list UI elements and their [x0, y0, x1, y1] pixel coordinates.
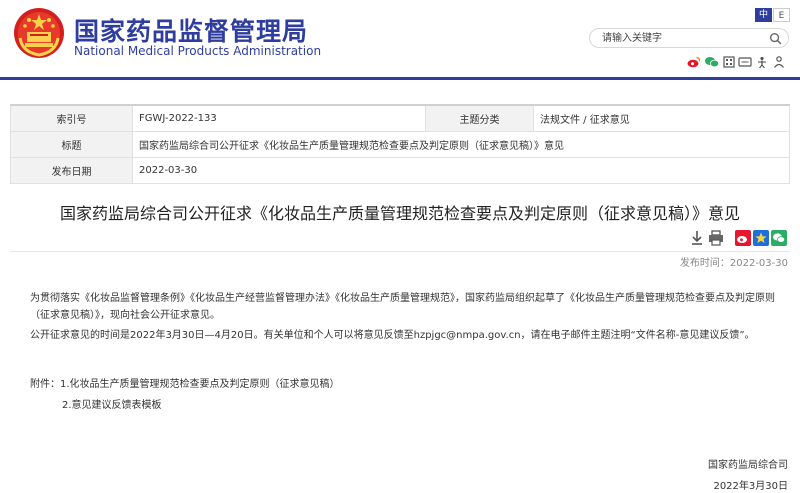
attachment-link-2[interactable]: 2.意见建议反馈表模板: [30, 397, 340, 414]
attachment-link-1[interactable]: 附件：1.化妆品生产质量管理规范检查要点及判定原则（征求意见稿）: [30, 376, 340, 393]
info-value: 2022-03-30: [132, 156, 790, 184]
favorite-icon[interactable]: [753, 230, 769, 246]
search-box: [589, 28, 789, 48]
publish-time: 发布时间：2022-03-30: [679, 258, 788, 269]
signature-org: 国家药监局综合司: [708, 460, 788, 471]
download-icon[interactable]: [690, 230, 704, 246]
weibo-icon[interactable]: [687, 56, 701, 68]
info-value: FGWJ-2022-133: [132, 104, 426, 132]
info-label: 主题分类: [425, 104, 534, 132]
accessibility-icon[interactable]: [738, 56, 752, 68]
lang-zh-button[interactable]: 中: [755, 8, 772, 22]
info-label: 标题: [10, 130, 133, 158]
info-table: 索引号 FGWJ-2022-133 主题分类 法规文件 / 征求意见 标题 国家…: [10, 104, 790, 184]
info-label: 索引号: [10, 104, 133, 132]
info-row: 索引号 FGWJ-2022-133 主题分类 法规文件 / 征求意见: [10, 104, 790, 132]
share-weibo-icon[interactable]: [735, 230, 751, 246]
elder-mode-icon[interactable]: [755, 56, 769, 68]
wechat-icon[interactable]: [705, 56, 719, 68]
lang-en-button[interactable]: E: [773, 8, 790, 22]
national-emblem-icon: [14, 8, 64, 58]
search-input[interactable]: [602, 31, 762, 46]
info-label: 发布日期: [10, 156, 133, 184]
signature-date: 2022年3月30日: [713, 481, 788, 492]
info-value: 国家药监局综合司公开征求《化妆品生产质量管理规范检查要点及判定原则（征求意见稿）…: [132, 130, 790, 158]
article-title: 国家药监局综合司公开征求《化妆品生产质量管理规范检查要点及判定原则（征求意见稿）…: [59, 204, 740, 223]
info-value: 法规文件 / 征求意见: [533, 104, 790, 132]
search-icon[interactable]: [769, 32, 782, 45]
info-row: 标题 国家药监局综合司公开征求《化妆品生产质量管理规范检查要点及判定原则（征求意…: [10, 130, 790, 158]
site-header: 国家药品监督管理局 National Medical Products Admi…: [0, 0, 800, 80]
divider: [10, 251, 790, 252]
print-icon[interactable]: [708, 230, 724, 246]
paragraph: 公开征求意见的时间是2022年3月30日—4月20日。有关单位和个人可以将意见反…: [30, 330, 755, 341]
site-title-en: National Medical Products Administration: [74, 44, 322, 58]
share-wechat-icon[interactable]: [771, 230, 787, 246]
site-title-cn: 国家药品监督管理局: [74, 17, 309, 46]
article-body: 为贯彻落实《化妆品监督管理条例》《化妆品生产经营监督管理办法》《化妆品生产质量管…: [30, 290, 780, 344]
mobile-icon[interactable]: [722, 56, 736, 68]
info-row: 发布日期 2022-03-30: [10, 156, 790, 184]
user-icon[interactable]: [772, 56, 786, 68]
attachments: 附件：1.化妆品生产质量管理规范检查要点及判定原则（征求意见稿） 2.意见建议反…: [30, 376, 340, 414]
paragraph: 为贯彻落实《化妆品监督管理条例》《化妆品生产经营监督管理办法》《化妆品生产质量管…: [30, 293, 775, 321]
